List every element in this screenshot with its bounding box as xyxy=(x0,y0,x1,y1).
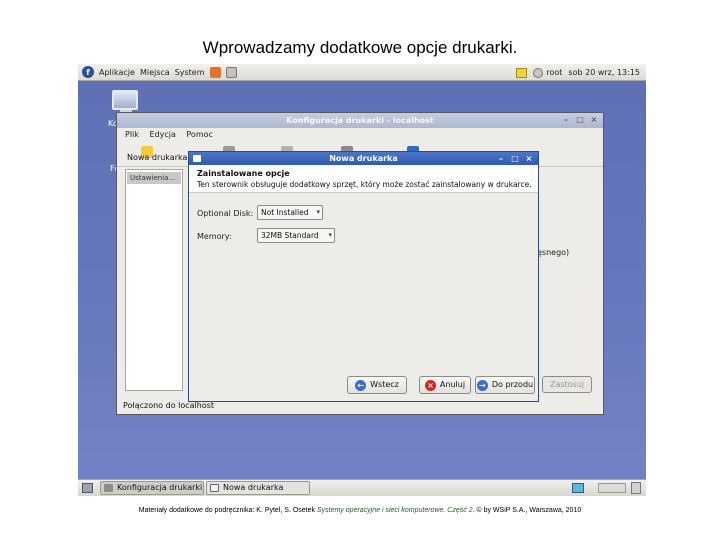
printer-icon xyxy=(104,484,113,492)
maximize-icon[interactable]: □ xyxy=(575,115,585,125)
status-bar: Połączono do localhost xyxy=(123,401,215,410)
minimize-icon[interactable]: – xyxy=(561,115,571,125)
mail-icon[interactable] xyxy=(225,66,237,78)
back-button[interactable]: ← Wstecz xyxy=(347,376,407,394)
user-name[interactable]: root xyxy=(546,68,562,77)
menu-file[interactable]: Plik xyxy=(125,130,139,139)
footer-caption: Materiały dodatkowe do podręcznika: K. P… xyxy=(0,507,720,514)
arrow-left-icon: ← xyxy=(355,379,367,391)
optional-disk-value: Not Installed xyxy=(261,208,309,217)
dialog-description: Ten sterownik obsługuje dodatkowy sprzęt… xyxy=(197,180,532,189)
cancel-button-label: Anuluj xyxy=(439,380,466,389)
dialog-maximize-icon[interactable]: □ xyxy=(510,154,520,164)
notification-icon[interactable] xyxy=(516,67,528,78)
footer-prefix: Materiały dodatkowe do podręcznika: K. P… xyxy=(138,507,316,514)
show-desktop-icon[interactable] xyxy=(82,483,93,493)
slide-title: Wprowadzamy dodatkowe opcje drukarki. xyxy=(202,38,518,57)
menu-help[interactable]: Pomoc xyxy=(186,130,213,139)
task-new-printer[interactable]: Nowa drukarka xyxy=(206,481,310,495)
task-label: Nowa drukarka xyxy=(223,483,284,492)
window-icon xyxy=(210,484,219,492)
bottom-panel: Konfiguracja drukarki... Nowa drukarka xyxy=(78,479,646,496)
chevron-down-icon: ▾ xyxy=(328,231,332,239)
main-window-title-text: Konfiguracja drukarki - localhost xyxy=(286,116,434,125)
optional-disk-label: Optional Disk: xyxy=(197,209,254,218)
dialog-heading: Zainstalowane opcje xyxy=(197,169,290,178)
computer-icon[interactable] xyxy=(112,90,138,110)
arrow-right-icon: → xyxy=(476,379,488,391)
dialog-title: Nowa drukarka xyxy=(329,154,398,163)
menu-system[interactable]: System xyxy=(175,68,205,77)
forward-button[interactable]: → Do przodu xyxy=(475,376,535,394)
task-label: Konfiguracja drukarki... xyxy=(117,483,204,492)
task-printer-config[interactable]: Konfiguracja drukarki... xyxy=(100,481,204,495)
dialog-app-icon xyxy=(193,155,201,162)
main-window-title[interactable]: Konfiguracja drukarki - localhost – □ × xyxy=(117,113,603,128)
close-icon[interactable]: × xyxy=(589,115,599,125)
forward-button-label: Do przodu xyxy=(491,380,534,389)
back-button-label: Wstecz xyxy=(370,380,399,389)
user-icon xyxy=(533,67,544,78)
chevron-down-icon: ▾ xyxy=(316,208,320,216)
optional-disk-select[interactable]: Not Installed ▾ xyxy=(257,205,323,220)
printer-list: Ustawienia... xyxy=(125,169,183,391)
menu-edit[interactable]: Edycja xyxy=(149,130,175,139)
trash-icon[interactable] xyxy=(631,482,641,494)
list-item[interactable]: Ustawienia... xyxy=(127,172,181,184)
firefox-icon[interactable] xyxy=(209,66,221,78)
footer-suffix: . © by WSiP S.A., Warszawa, 2010 xyxy=(472,507,582,514)
new-printer-label[interactable]: Nowa drukarka xyxy=(127,153,187,162)
top-panel: f Aplikacje Miejsca System root sob 20 w… xyxy=(78,64,646,81)
dialog-close-icon[interactable]: × xyxy=(524,154,534,164)
menu-applications[interactable]: Aplikacje xyxy=(99,68,135,77)
memory-value: 32MB Standard xyxy=(261,231,319,240)
fedora-logo-icon[interactable]: f xyxy=(82,66,94,78)
menu-places[interactable]: Miejsca xyxy=(140,68,170,77)
cancel-button[interactable]: × Anuluj xyxy=(419,376,471,394)
dialog-minimize-icon[interactable]: – xyxy=(496,154,506,164)
clock[interactable]: sob 20 wrz, 13:15 xyxy=(568,68,640,77)
main-menubar: Plik Edycja Pomoc xyxy=(117,128,603,141)
apply-button[interactable]: Zastosuj xyxy=(542,376,592,393)
cancel-icon: × xyxy=(424,379,436,391)
workspace-switcher-icon[interactable] xyxy=(572,483,584,493)
workspace-2[interactable] xyxy=(598,483,626,493)
dialog-header: Zainstalowane opcje Ten sterownik obsług… xyxy=(189,165,538,193)
partial-label: ęsnego) xyxy=(537,248,570,257)
memory-select[interactable]: 32MB Standard ▾ xyxy=(257,228,335,243)
desktop-screenshot: f Aplikacje Miejsca System root sob 20 w… xyxy=(78,64,646,496)
footer-book-title: Systemy operacyjne i sieci komputerowe. … xyxy=(316,507,473,514)
dialog-titlebar[interactable]: Nowa drukarka – □ × xyxy=(189,152,538,165)
new-printer-dialog: Nowa drukarka – □ × Zainstalowane opcje … xyxy=(188,151,539,402)
memory-label: Memory: xyxy=(197,232,232,241)
